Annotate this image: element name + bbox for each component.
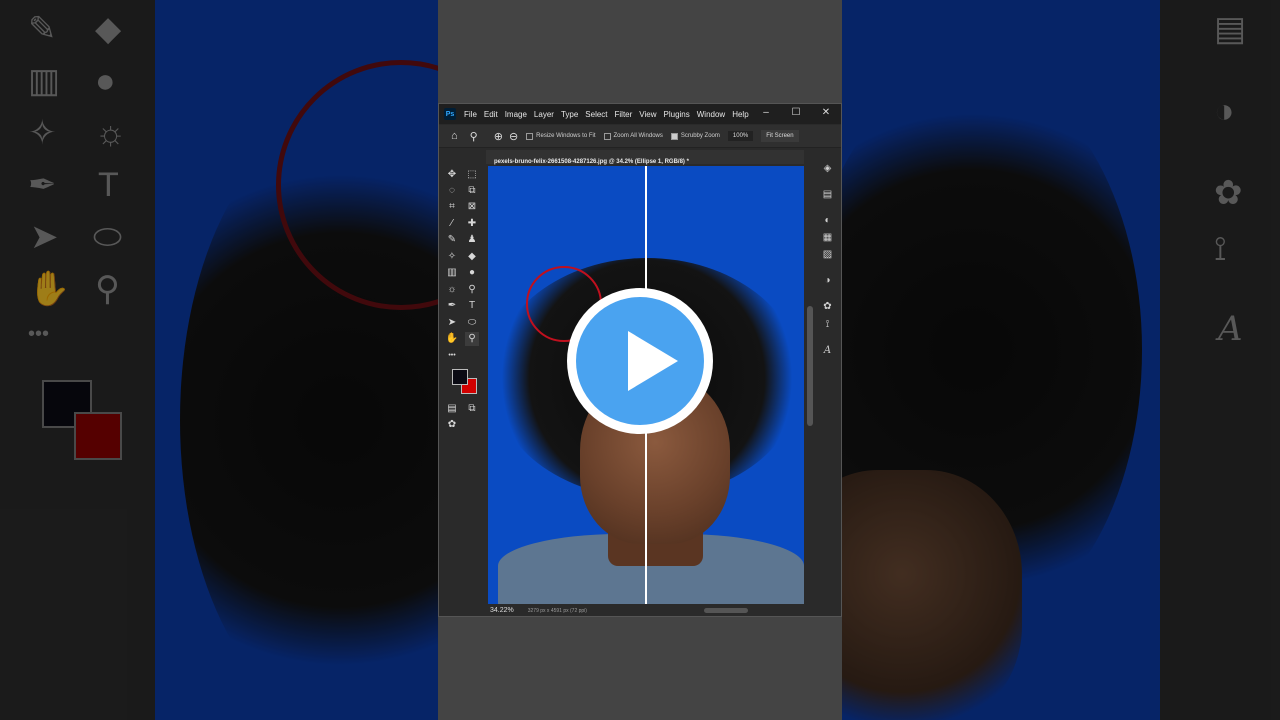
- hand-tool-icon[interactable]: ✋: [445, 332, 459, 346]
- generative-icon[interactable]: ✿: [445, 418, 459, 432]
- stamp-tool-icon[interactable]: ♟: [465, 233, 479, 247]
- pen-tool-icon[interactable]: ✒: [445, 299, 459, 313]
- zoom-all-windows-checkbox[interactable]: Zoom All Windows: [603, 132, 663, 140]
- move-tool-icon[interactable]: ✥: [445, 168, 459, 182]
- bg-dim-overlay: [0, 0, 438, 720]
- zoom-all-windows-label: Zoom All Windows: [613, 133, 663, 139]
- type-tool-icon[interactable]: T: [465, 299, 479, 313]
- menu-plugins[interactable]: Plugins: [664, 110, 690, 119]
- zoom-value-field[interactable]: 100%: [727, 131, 754, 141]
- status-doc-info: 3279 px x 4591 px (72 ppi): [527, 607, 587, 614]
- resize-windows-checkbox[interactable]: Resize Windows to Fit: [526, 132, 596, 140]
- styles-panel-icon[interactable]: ▦: [821, 231, 834, 244]
- minimize-icon[interactable]: –: [751, 104, 781, 124]
- layers-panel-icon[interactable]: ◈: [821, 162, 834, 175]
- screen-mode-icon[interactable]: ⧉: [465, 402, 479, 416]
- menu-items: File Edit Image Layer Type Select Filter…: [464, 110, 756, 119]
- menu-window[interactable]: Window: [697, 110, 725, 119]
- status-zoom[interactable]: 34.22%: [490, 607, 514, 614]
- libraries-panel-icon[interactable]: ▤: [821, 188, 834, 201]
- home-icon[interactable]: ⌂: [451, 130, 458, 142]
- options-bar: ⌂ ⚲ ⊕ ⊖ Resize Windows to Fit Zoom All W…: [439, 125, 841, 148]
- object-select-tool-icon[interactable]: ⧉: [465, 184, 479, 198]
- path-select-tool-icon[interactable]: ➤: [445, 316, 459, 330]
- gradients-panel-icon[interactable]: ▨: [821, 248, 834, 261]
- menu-type[interactable]: Type: [561, 110, 578, 119]
- lasso-tool-icon[interactable]: ◌: [445, 184, 459, 198]
- menu-help[interactable]: Help: [732, 110, 748, 119]
- brush-tool-icon[interactable]: ✎: [445, 233, 459, 247]
- menu-bar: Ps File Edit Image Layer Type Select Fil…: [439, 104, 841, 124]
- healing-tool-icon[interactable]: ✚: [465, 217, 479, 231]
- history-brush-tool-icon[interactable]: ✧: [445, 250, 459, 264]
- vertical-scrollbar[interactable]: [806, 166, 814, 604]
- right-blurred-background: ▤ ◑ ✿ ⟟ A: [842, 0, 1280, 720]
- status-bar: 34.22% 3279 px x 4591 px (72 ppi): [486, 605, 806, 616]
- gradient-tool-icon[interactable]: ▥: [445, 266, 459, 280]
- foreground-color-swatch[interactable]: [452, 369, 468, 385]
- document-tab-title: pexels-bruno-felix-2661508-4287126.jpg @…: [494, 159, 689, 165]
- play-icon: [628, 331, 678, 391]
- zoom-tool-icon[interactable]: ⚲: [470, 130, 478, 143]
- menu-filter[interactable]: Filter: [615, 110, 633, 119]
- maximize-icon[interactable]: ☐: [781, 104, 811, 124]
- channels-panel-icon[interactable]: ✿: [821, 300, 834, 313]
- adjustments-panel-icon[interactable]: ◐: [821, 214, 834, 227]
- window-controls: – ☐ ✕: [751, 104, 841, 124]
- zoom-in-icon[interactable]: ⊕: [494, 130, 503, 143]
- eraser-tool-icon[interactable]: ◆: [465, 250, 479, 264]
- scrubby-zoom-label: Scrubby Zoom: [680, 133, 720, 139]
- close-icon[interactable]: ✕: [811, 104, 841, 124]
- document-tab[interactable]: pexels-bruno-felix-2661508-4287126.jpg @…: [486, 150, 804, 165]
- menu-image[interactable]: Image: [505, 110, 527, 119]
- menu-view[interactable]: View: [639, 110, 656, 119]
- left-blurred-background: ✎ ◆ ▥ ● ✧ ☼ ✒ T ➤ ⬭ ✋ ⚲ •••: [0, 0, 438, 720]
- eyedropper-tool-icon[interactable]: ⁄: [445, 217, 459, 231]
- sponge-tool-icon[interactable]: ⚲: [465, 283, 479, 297]
- resize-windows-label: Resize Windows to Fit: [536, 133, 596, 139]
- marquee-tool-icon[interactable]: ⬚: [465, 168, 479, 182]
- zoom-out-icon[interactable]: ⊖: [509, 130, 518, 143]
- color-panel-icon[interactable]: ◑: [821, 274, 834, 287]
- paths-panel-icon[interactable]: ⟟: [821, 318, 834, 331]
- menu-layer[interactable]: Layer: [534, 110, 554, 119]
- ellipse-tool-icon[interactable]: ⬭: [465, 316, 479, 330]
- vertical-scroll-thumb[interactable]: [807, 306, 813, 426]
- more-tools-icon[interactable]: •••: [445, 349, 459, 363]
- frame-tool-icon[interactable]: ⊠: [465, 200, 479, 214]
- scrubby-zoom-checkbox[interactable]: Scrubby Zoom: [670, 132, 720, 140]
- blur-tool-icon[interactable]: ●: [465, 266, 479, 280]
- quick-mask-icon[interactable]: ▤: [445, 402, 459, 416]
- menu-edit[interactable]: Edit: [484, 110, 498, 119]
- right-panel-dock: ◈ ▤ ◐ ▦ ▨ ◑ ✿ ⟟ A: [815, 160, 841, 360]
- ps-logo-icon: Ps: [444, 108, 456, 120]
- play-button[interactable]: [567, 288, 713, 434]
- crop-tool-icon[interactable]: ⌗: [445, 200, 459, 214]
- toolbox: ✥ ⬚ ◌ ⧉ ⌗ ⊠ ⁄ ✚ ✎ ♟ ✧ ◆ ▥ ● ☼ ⚲ ✒ T ➤ ⬭ …: [443, 166, 483, 446]
- menu-file[interactable]: File: [464, 110, 477, 119]
- horizontal-scroll-thumb[interactable]: [704, 608, 748, 613]
- menu-select[interactable]: Select: [585, 110, 607, 119]
- fit-screen-button[interactable]: Fit Screen: [761, 130, 799, 142]
- dodge-tool-icon[interactable]: ☼: [445, 283, 459, 297]
- bg-dim-overlay-right: [842, 0, 1280, 720]
- play-button-inner: [576, 297, 704, 425]
- zoom-tool-active-icon[interactable]: ⚲: [465, 332, 479, 346]
- glyphs-panel-icon[interactable]: A: [821, 344, 834, 357]
